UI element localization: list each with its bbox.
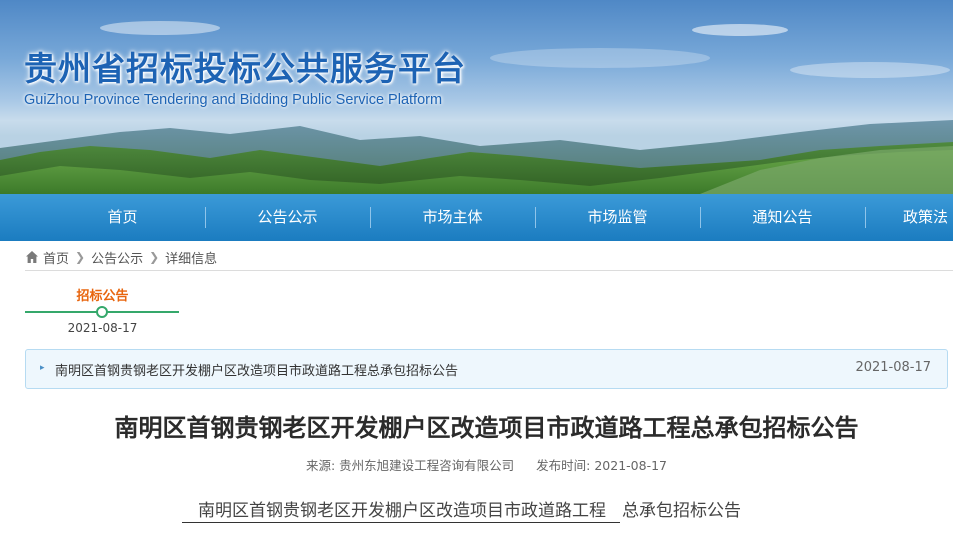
article-meta: 来源: 贵州东旭建设工程咨询有限公司 发布时间: 2021-08-17	[0, 455, 953, 474]
breadcrumb-divider	[25, 270, 953, 271]
body-underlined-project-name: 南明区首钢贵钢老区开发棚户区改造项目市政道路工程	[182, 496, 620, 523]
main-nav: 首页 公告公示 市场主体 市场监管 通知公告 政策法	[0, 194, 953, 241]
nav-item-announcements[interactable]: 公告公示	[205, 194, 370, 241]
breadcrumb-home[interactable]: 首页	[43, 248, 69, 267]
nav-divider	[865, 207, 866, 228]
nav-item-notices[interactable]: 通知公告	[700, 194, 865, 241]
chevron-right-icon: ❯	[149, 250, 160, 264]
nav-item-market-entities[interactable]: 市场主体	[370, 194, 535, 241]
bullet-icon: ▸	[40, 363, 45, 373]
article-body: 南明区首钢贵钢老区开发棚户区改造项目市政道路工程 总承包招标公告	[182, 496, 741, 523]
breadcrumb-current: 详细信息	[165, 251, 218, 267]
published-value: 2021-08-17	[594, 458, 668, 473]
body-heading-rest: 总承包招标公告	[622, 501, 741, 521]
timeline-stage-label[interactable]: 招标公告	[25, 285, 180, 304]
article-title: 南明区首钢贵钢老区开发棚户区改造项目市政道路工程总承包招标公告	[114, 414, 859, 442]
nav-item-policies[interactable]: 政策法	[903, 194, 953, 241]
source-label: 来源:	[305, 458, 336, 473]
home-icon[interactable]	[25, 250, 39, 264]
chevron-right-icon: ❯	[75, 250, 86, 264]
timeline-dot-icon	[96, 306, 108, 318]
timeline-date: 2021-08-17	[67, 321, 138, 335]
site-subtitle: GuiZhou Province Tendering and Bidding P…	[24, 92, 443, 108]
notice-title[interactable]: 南明区首钢贵钢老区开发棚户区改造项目市政道路工程总承包招标公告	[55, 360, 458, 379]
header-banner: 贵州省招标投标公共服务平台 GuiZhou Province Tendering…	[0, 0, 953, 194]
breadcrumb-announcements[interactable]: 公告公示	[91, 248, 143, 267]
notice-item[interactable]: ▸ 南明区首钢贵钢老区开发棚户区改造项目市政道路工程总承包招标公告 2021-0…	[25, 349, 948, 389]
notice-date: 2021-08-17	[855, 360, 931, 375]
breadcrumb: 首页 ❯ 公告公示 ❯ 详细信息	[25, 247, 217, 267]
source-value: 贵州东旭建设工程咨询有限公司	[339, 458, 515, 473]
nav-item-home[interactable]: 首页	[40, 194, 205, 241]
published-label: 发布时间:	[536, 458, 591, 473]
site-title[interactable]: 贵州省招标投标公共服务平台	[24, 42, 466, 90]
nav-item-market-supervision[interactable]: 市场监管	[535, 194, 700, 241]
